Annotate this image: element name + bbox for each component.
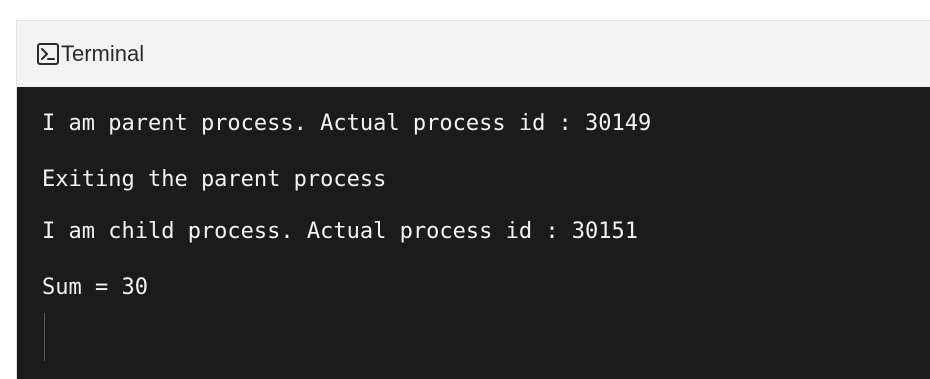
top-strip <box>0 0 930 20</box>
terminal-line: Sum = 30 <box>42 275 148 300</box>
terminal-title: Terminal <box>61 41 145 66</box>
terminal-tab-header[interactable]: Terminal <box>17 21 930 87</box>
page: Terminal I am parent process. Actual pro… <box>0 0 930 379</box>
terminal-output[interactable]: I am parent process. Actual process id :… <box>17 87 930 379</box>
terminal-line: I am parent process. Actual process id :… <box>42 111 652 136</box>
terminal-icon <box>37 43 59 65</box>
terminal-cursor <box>44 313 45 361</box>
terminal-panel: Terminal I am parent process. Actual pro… <box>16 20 930 379</box>
terminal-line: Exiting the parent process <box>42 167 387 192</box>
terminal-line: I am child process. Actual process id : … <box>42 219 639 244</box>
